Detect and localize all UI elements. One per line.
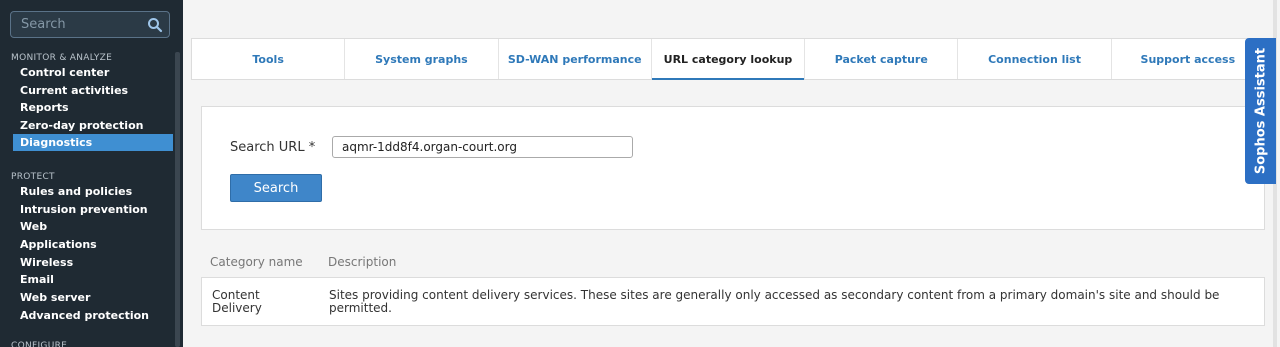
sidebar: Search MONITOR & ANALYZE Control center …: [0, 0, 183, 347]
sidebar-item-zero-day-protection[interactable]: Zero-day protection: [13, 117, 173, 134]
tab-url-category-lookup[interactable]: URL category lookup: [651, 39, 806, 80]
sidebar-item-email[interactable]: Email: [13, 271, 173, 288]
section-title-monitor: MONITOR & ANALYZE: [11, 53, 113, 63]
sidebar-item-applications[interactable]: Applications: [13, 236, 173, 253]
tab-bar: Tools System graphs SD-WAN performance U…: [191, 38, 1265, 80]
sidebar-item-diagnostics[interactable]: Diagnostics: [13, 134, 173, 151]
sidebar-item-web-server[interactable]: Web server: [13, 289, 173, 306]
sidebar-scrollbar[interactable]: [175, 52, 180, 347]
section-title-configure: CONFIGURE: [11, 341, 68, 347]
search-placeholder: Search: [21, 17, 66, 32]
cell-description: Sites providing content delivery service…: [329, 288, 1220, 315]
url-lookup-panel: Search URL * Search: [201, 106, 1265, 230]
sidebar-item-control-center[interactable]: Control center: [13, 64, 173, 81]
search-button[interactable]: Search: [230, 174, 322, 202]
tab-connection-list[interactable]: Connection list: [958, 39, 1112, 79]
tab-tools[interactable]: Tools: [192, 39, 346, 79]
search-input[interactable]: Search: [10, 11, 170, 38]
column-header-description: Description: [328, 255, 397, 269]
cell-category: Content Delivery: [212, 288, 262, 315]
table-row: Content Delivery Sites providing content…: [201, 277, 1265, 326]
sophos-assistant-label: Sophos Assistant: [1253, 47, 1268, 175]
tab-system-graphs[interactable]: System graphs: [345, 39, 499, 79]
sidebar-item-intrusion-prevention[interactable]: Intrusion prevention: [13, 201, 173, 218]
sidebar-item-wireless[interactable]: Wireless: [13, 254, 173, 271]
sophos-assistant-button[interactable]: Sophos Assistant: [1245, 38, 1276, 184]
section-title-protect: PROTECT: [11, 172, 55, 182]
sidebar-item-rules-and-policies[interactable]: Rules and policies: [13, 183, 173, 200]
sidebar-item-current-activities[interactable]: Current activities: [13, 82, 173, 99]
search-url-label: Search URL *: [230, 140, 316, 155]
results-header: Category name Description: [201, 255, 1265, 275]
sidebar-item-advanced-protection[interactable]: Advanced protection: [13, 307, 173, 324]
search-icon[interactable]: [147, 17, 163, 33]
sidebar-item-reports[interactable]: Reports: [13, 99, 173, 116]
sidebar-item-web[interactable]: Web: [13, 218, 173, 235]
search-url-input[interactable]: [332, 136, 633, 158]
tab-packet-capture[interactable]: Packet capture: [805, 39, 959, 79]
column-header-category: Category name: [210, 255, 303, 269]
main-content: Tools System graphs SD-WAN performance U…: [183, 0, 1280, 347]
tab-support-access[interactable]: Support access: [1112, 39, 1264, 79]
tab-sd-wan-performance[interactable]: SD-WAN performance: [499, 39, 652, 79]
